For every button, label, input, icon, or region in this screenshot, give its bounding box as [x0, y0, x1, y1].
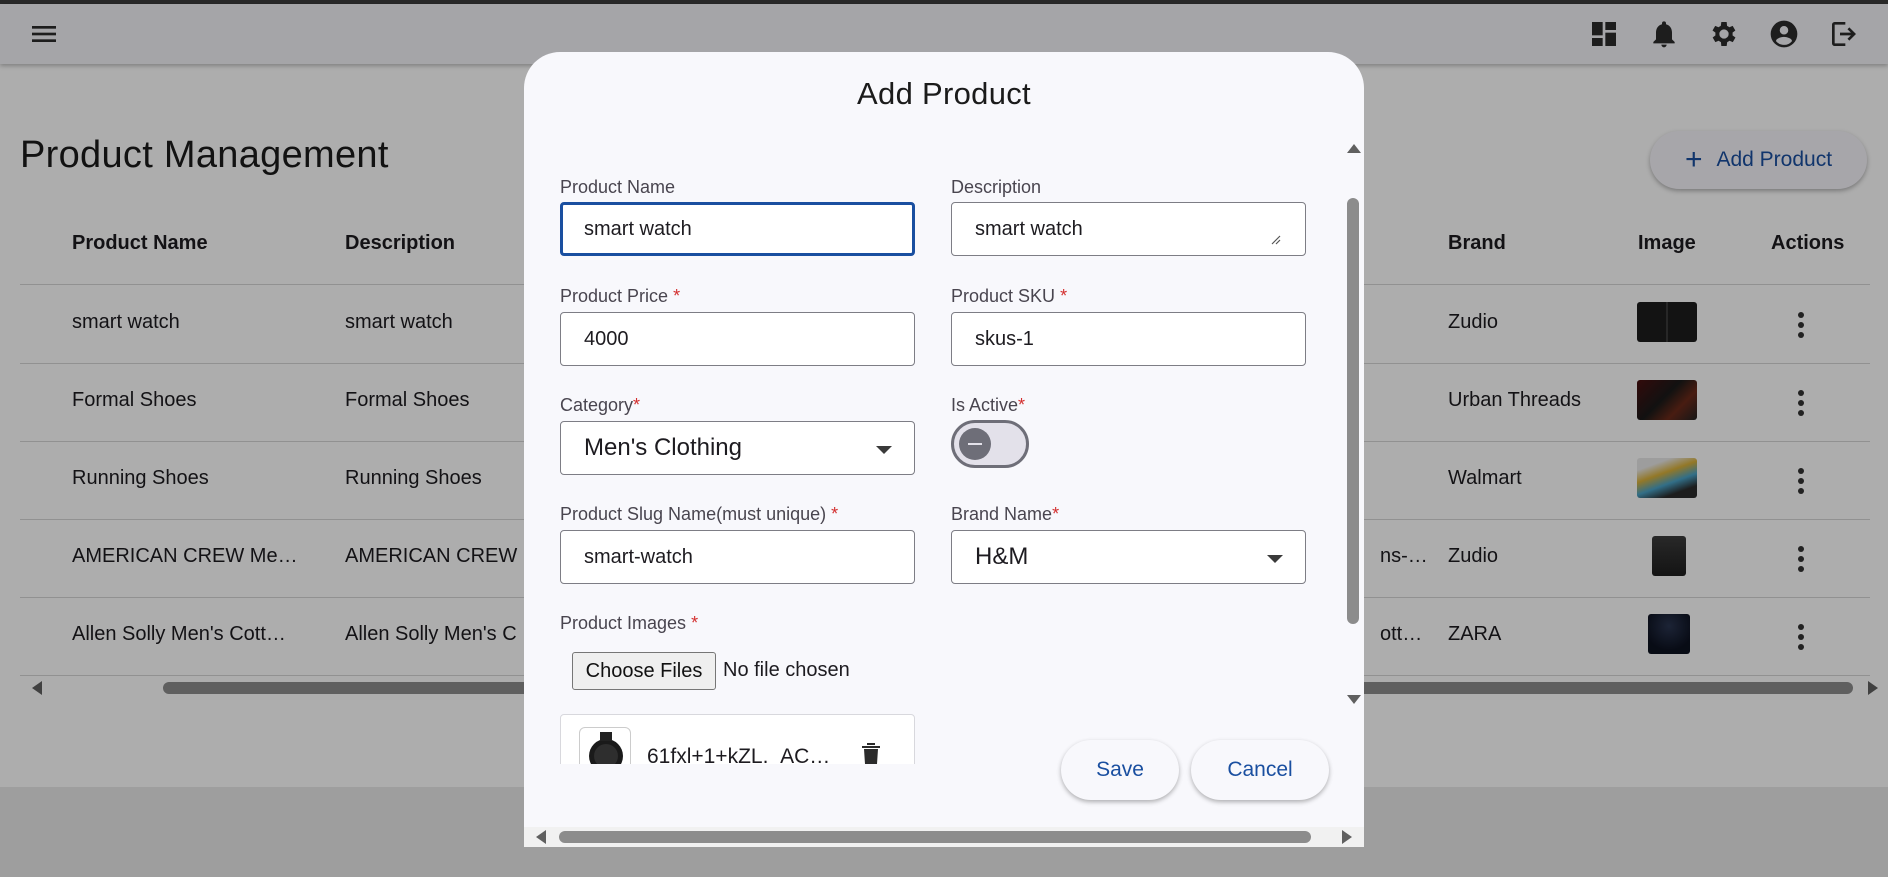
trash-icon[interactable] — [859, 741, 883, 764]
dialog-vertical-scrollbar[interactable] — [1344, 144, 1364, 704]
save-button[interactable]: Save — [1061, 740, 1179, 800]
add-product-dialog: Add Product Product Name smart watch Des… — [524, 52, 1364, 847]
toggle-knob — [959, 428, 991, 460]
product-price-input[interactable]: 4000 — [560, 312, 915, 366]
uploaded-image-name: 61fxl+1+kZL._AC… — [647, 745, 831, 764]
is-active-label: Is Active* — [951, 395, 1026, 415]
cancel-button[interactable]: Cancel — [1191, 740, 1329, 800]
is-active-toggle[interactable] — [951, 420, 1029, 468]
slug-input[interactable]: smart-watch — [560, 530, 915, 584]
file-status-text: No file chosen — [723, 659, 850, 681]
resize-handle-icon[interactable] — [1269, 233, 1281, 245]
brand-name-select[interactable]: H&M — [951, 530, 1306, 584]
scroll-right-icon[interactable] — [1342, 830, 1352, 844]
chevron-down-icon — [876, 446, 892, 454]
product-sku-input[interactable]: skus-1 — [951, 312, 1306, 366]
product-name-label: Product Name — [560, 177, 676, 197]
dialog-horizontal-scrollbar[interactable] — [524, 827, 1364, 847]
scrollbar-thumb[interactable] — [1347, 198, 1359, 624]
description-label: Description — [951, 177, 1042, 197]
scroll-up-icon[interactable] — [1347, 144, 1361, 153]
uploaded-image-card: 61fxl+1+kZL._AC… — [560, 714, 915, 764]
description-textarea[interactable]: smart watch — [951, 202, 1306, 256]
product-sku-label: Product SKU * — [951, 286, 1068, 306]
category-select[interactable]: Men's Clothing — [560, 421, 915, 475]
scroll-left-icon[interactable] — [536, 830, 546, 844]
product-name-input[interactable]: smart watch — [560, 202, 915, 256]
dialog-title: Add Product — [857, 76, 1031, 111]
dialog-form: Product Name smart watch Description sma… — [524, 128, 1350, 764]
chevron-down-icon — [1267, 555, 1283, 563]
choose-files-button[interactable]: Choose Files — [572, 652, 716, 690]
slug-label: Product Slug Name(must unique) * — [560, 504, 839, 524]
product-price-label: Product Price * — [560, 286, 681, 306]
product-images-label: Product Images * — [560, 613, 699, 633]
uploaded-image-thumbnail — [579, 727, 631, 764]
scrollbar-thumb[interactable] — [559, 831, 1311, 843]
category-label: Category* — [560, 395, 641, 415]
scroll-down-icon[interactable] — [1347, 695, 1361, 704]
brand-name-label: Brand Name* — [951, 504, 1060, 524]
